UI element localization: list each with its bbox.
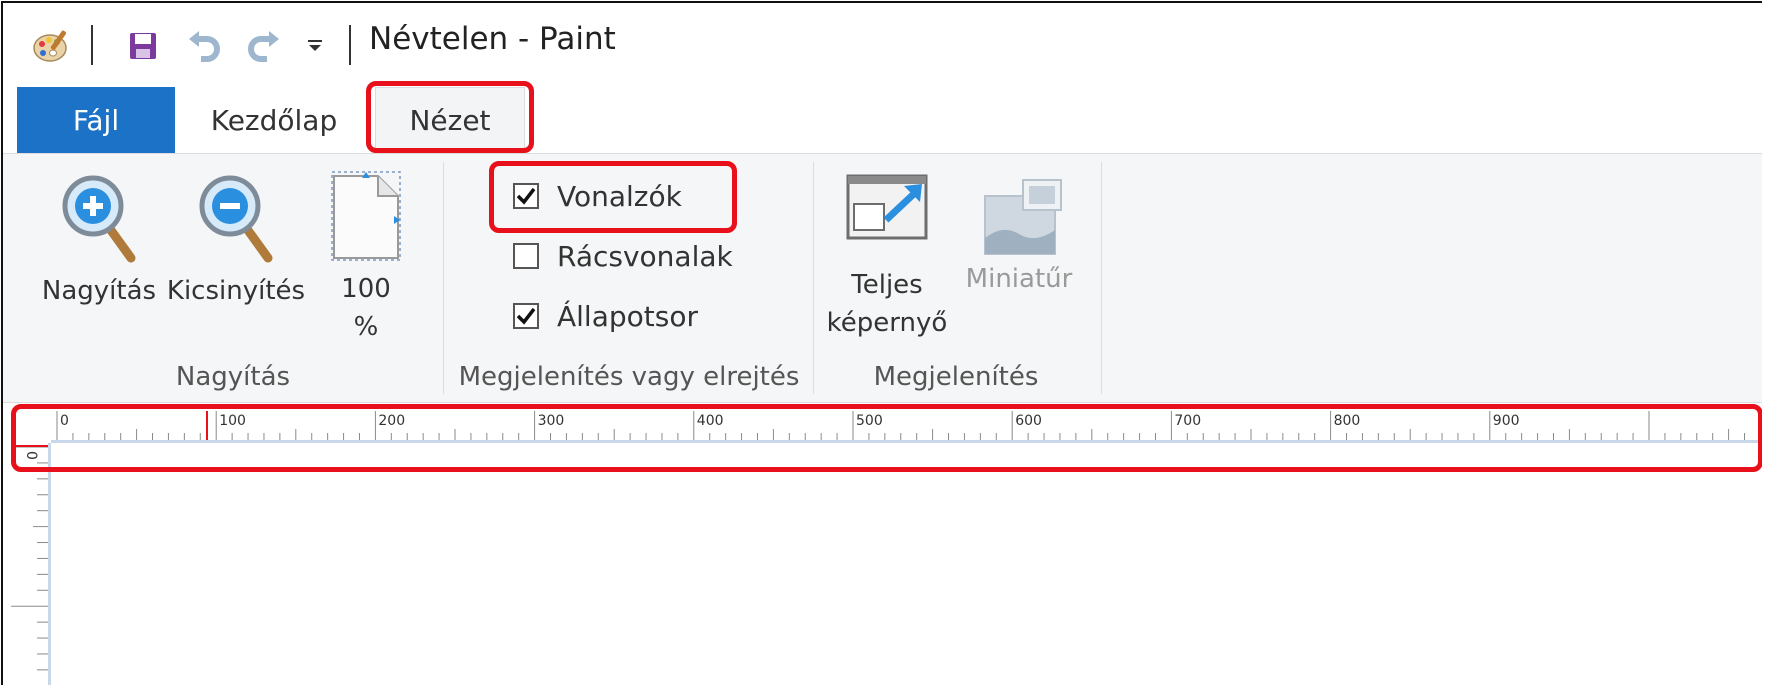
ruler-tick-label: 400: [697, 413, 724, 429]
ruler-tick-label: 500: [856, 413, 883, 429]
actual-size-label-1: 100: [341, 274, 391, 304]
ruler-tick-label: 700: [1174, 413, 1201, 429]
tab-view[interactable]: Nézet: [375, 87, 525, 153]
ruler-tick-label: 200: [378, 413, 405, 429]
ruler-tick-label: 0: [60, 413, 69, 429]
tab-home[interactable]: Kezdőlap: [189, 87, 359, 153]
paint-palette-icon[interactable]: [27, 23, 75, 69]
show-hide-group-label: Megjelenítés vagy elrejtés: [458, 362, 800, 392]
ruler-tick-label: 100: [219, 413, 246, 429]
zoom-out-icon: [199, 175, 273, 263]
vertical-ruler: 0: [3, 443, 51, 685]
horizontal-ruler-ticks: 0 100 200 300 400 500 600 700 800 900: [56, 411, 1761, 440]
redo-icon[interactable]: [243, 23, 283, 69]
zoom-group-label: Nagyítás: [175, 362, 291, 392]
fullscreen-icon: [846, 174, 928, 240]
ruler-tick-label: 800: [1334, 413, 1361, 429]
fullscreen-button[interactable]: Teljes képernyő: [821, 170, 953, 342]
thumbnail-label: Miniatűr: [965, 264, 1073, 294]
ruler-tick-label: 0: [23, 451, 39, 460]
actual-size-button[interactable]: 100 %: [321, 168, 411, 346]
statusbar-checkbox-row[interactable]: Állapotsor: [513, 294, 698, 338]
title-separator: [349, 25, 351, 65]
ruler-tick-label: 300: [538, 413, 565, 429]
zoom-in-icon: [62, 175, 136, 263]
title-bar: Névtelen - Paint: [3, 3, 1762, 87]
checkmark-icon: [516, 307, 536, 325]
vertical-ruler-ticks: 0: [11, 445, 48, 671]
ruler-tick-label: 900: [1493, 413, 1520, 429]
title-separator: [91, 25, 93, 65]
group-separator: [1101, 162, 1102, 394]
thumbnail-button[interactable]: Miniatűr: [957, 176, 1081, 298]
display-group-label: Megjelenítés: [873, 362, 1039, 392]
tab-file[interactable]: Fájl: [17, 87, 175, 153]
fullscreen-label-1: Teljes: [851, 270, 923, 300]
dropdown-arrow-icon[interactable]: [301, 23, 329, 69]
rulers-checkbox-row[interactable]: Vonalzók: [513, 174, 682, 218]
actual-size-label-2: %: [353, 312, 379, 342]
ribbon-tabs: Fájl Kezdőlap Nézet: [3, 87, 1762, 153]
zoom-in-label: Nagyítás: [41, 276, 157, 306]
group-separator: [813, 162, 814, 394]
page-icon: [331, 171, 401, 261]
horizontal-ruler: 0 100 200 300 400 500 600 700 800 900: [51, 403, 1762, 443]
zoom-in-button[interactable]: Nagyítás: [41, 172, 157, 310]
thumbnail-icon: [984, 179, 1062, 255]
ruler-corner: [3, 403, 51, 443]
rulers-checkbox[interactable]: [513, 183, 539, 209]
paint-window: Névtelen - Paint Fájl Kezdőlap Nézet Nag…: [1, 1, 1762, 685]
drawing-canvas[interactable]: [51, 443, 1762, 685]
zoom-out-label: Kicsinyítés: [166, 276, 306, 306]
statusbar-checkbox[interactable]: [513, 303, 539, 329]
gridlines-checkbox-row[interactable]: Rácsvonalak: [513, 234, 733, 278]
group-separator: [443, 162, 444, 394]
gridlines-checkbox[interactable]: [513, 243, 539, 269]
save-icon[interactable]: [123, 23, 163, 69]
ruler-tick-label: 600: [1015, 413, 1042, 429]
undo-icon[interactable]: [185, 23, 225, 69]
zoom-out-button[interactable]: Kicsinyítés: [165, 172, 307, 310]
ribbon-panel: Nagyítás Kicsinyítés 100 % Nagyítás Vona…: [3, 153, 1762, 403]
fullscreen-label-2: képernyő: [826, 308, 948, 338]
checkmark-icon: [516, 187, 536, 205]
gridlines-label: Rácsvonalak: [557, 239, 733, 273]
window-title: Névtelen - Paint: [369, 21, 616, 57]
statusbar-label: Állapotsor: [557, 299, 698, 333]
rulers-label: Vonalzók: [557, 179, 682, 213]
